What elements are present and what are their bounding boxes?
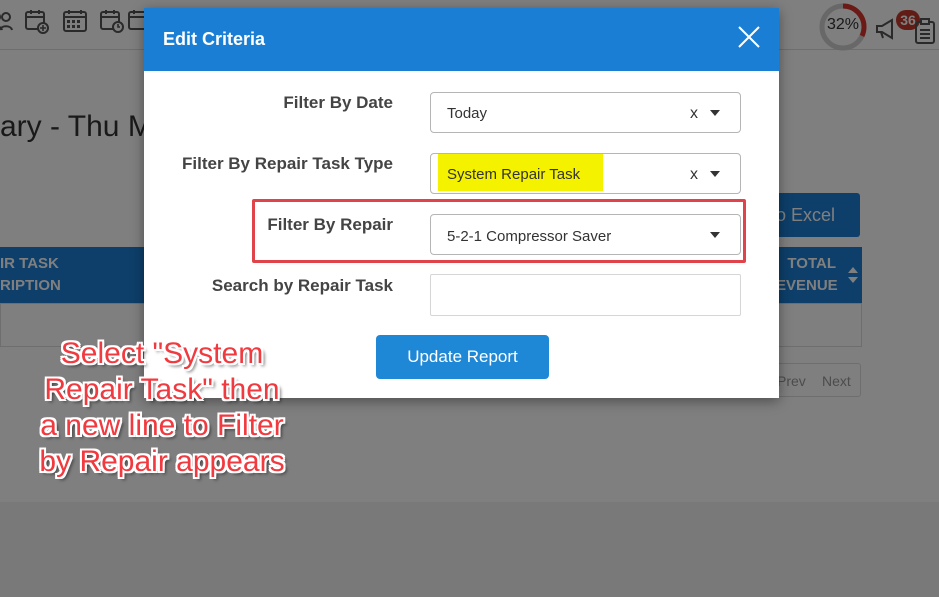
search-by-repair-task-label: Search by Repair Task [211,276,393,295]
annotation-line: a new line to Filter [40,409,284,442]
chevron-down-icon[interactable] [710,171,720,177]
select-value: Today [447,105,488,122]
close-icon[interactable] [734,22,764,52]
update-report-button[interactable]: Update Report [376,335,549,379]
filter-by-date-select[interactable]: Today x [430,92,741,133]
select-value: System Repair Task [447,166,581,183]
clear-selection-button[interactable]: x [690,105,698,123]
filter-by-repair-task-type-select[interactable]: System Repair Task x [430,153,741,194]
callout-highlight-box [252,199,746,263]
chevron-down-icon[interactable] [710,110,720,116]
modal-header: Edit Criteria [144,8,779,71]
annotation-text: Select "System Repair Task" then a new l… [26,336,298,480]
filter-by-repair-task-type-label: Filter By Repair Task Type [182,154,393,173]
modal-title: Edit Criteria [163,29,266,49]
filter-by-date-label: Filter By Date [283,93,393,112]
annotation-line: Repair Task" then [44,373,280,406]
annotation-line: by Repair appears [39,445,285,478]
search-repair-task-input[interactable] [430,274,741,316]
annotation-line: Select "System [60,337,264,370]
clear-selection-button[interactable]: x [690,166,698,184]
